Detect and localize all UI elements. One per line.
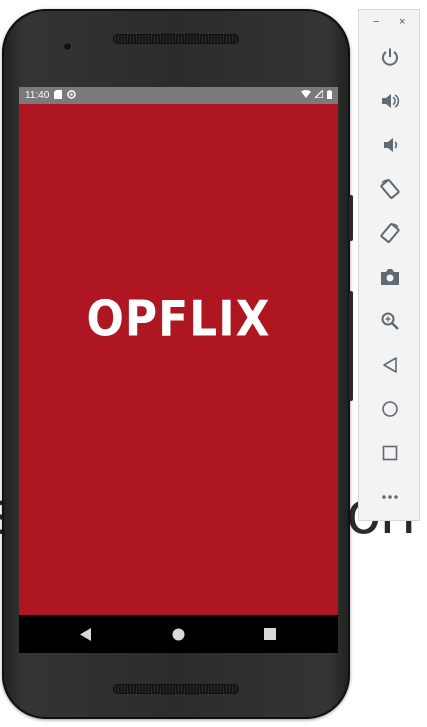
more-icon (382, 495, 398, 499)
more-button[interactable] (377, 484, 403, 510)
back-button[interactable] (377, 352, 403, 378)
rotate-right-button[interactable] (377, 220, 403, 246)
volume-down-icon (384, 138, 398, 152)
minimize-button[interactable]: − (373, 16, 379, 28)
zoom-button[interactable] (377, 308, 403, 334)
status-time: 11:40 (25, 90, 50, 101)
rotate-left-icon (380, 179, 400, 199)
home-button[interactable] (377, 396, 403, 422)
overview-button[interactable] (377, 440, 403, 466)
volume-up-button[interactable] (377, 88, 403, 114)
sync-icon (67, 89, 77, 102)
bottom-speaker (113, 684, 239, 694)
status-bar: 11:40 (19, 87, 338, 104)
splash-screen: OPFLIX (19, 104, 338, 615)
nav-recents-button[interactable] (260, 624, 280, 644)
battery-icon (327, 89, 332, 102)
back-icon (383, 357, 397, 373)
emulator-toolbar: − × (358, 9, 420, 521)
volume-up-icon (382, 94, 400, 108)
sd-card-icon (54, 89, 63, 102)
top-speaker (113, 34, 239, 44)
nav-home-button[interactable] (168, 624, 188, 644)
front-camera (64, 43, 71, 50)
navigation-bar (19, 615, 338, 653)
power-icon (382, 48, 398, 66)
signal-icon (313, 88, 324, 101)
phone-frame: 11:40 OPFLIX (2, 9, 353, 719)
recents-square-icon (264, 628, 276, 640)
power-button[interactable] (377, 44, 403, 70)
zoom-icon (381, 312, 399, 330)
volume-down-button[interactable] (377, 132, 403, 158)
device-screen: 11:40 OPFLIX (19, 87, 338, 653)
volume-side-button (349, 291, 353, 401)
wifi-icon (301, 90, 311, 101)
camera-icon (381, 269, 399, 285)
nav-back-button[interactable] (76, 624, 96, 644)
close-button[interactable]: × (399, 16, 405, 28)
home-circle-icon (172, 628, 184, 640)
rotate-left-button[interactable] (377, 176, 403, 202)
app-logo: OPFLIX (86, 290, 271, 349)
home-icon (382, 401, 398, 417)
power-side-button (349, 195, 353, 241)
back-triangle-icon (80, 627, 91, 641)
overview-icon (382, 445, 398, 461)
rotate-right-icon (380, 223, 400, 243)
screenshot-button[interactable] (377, 264, 403, 290)
